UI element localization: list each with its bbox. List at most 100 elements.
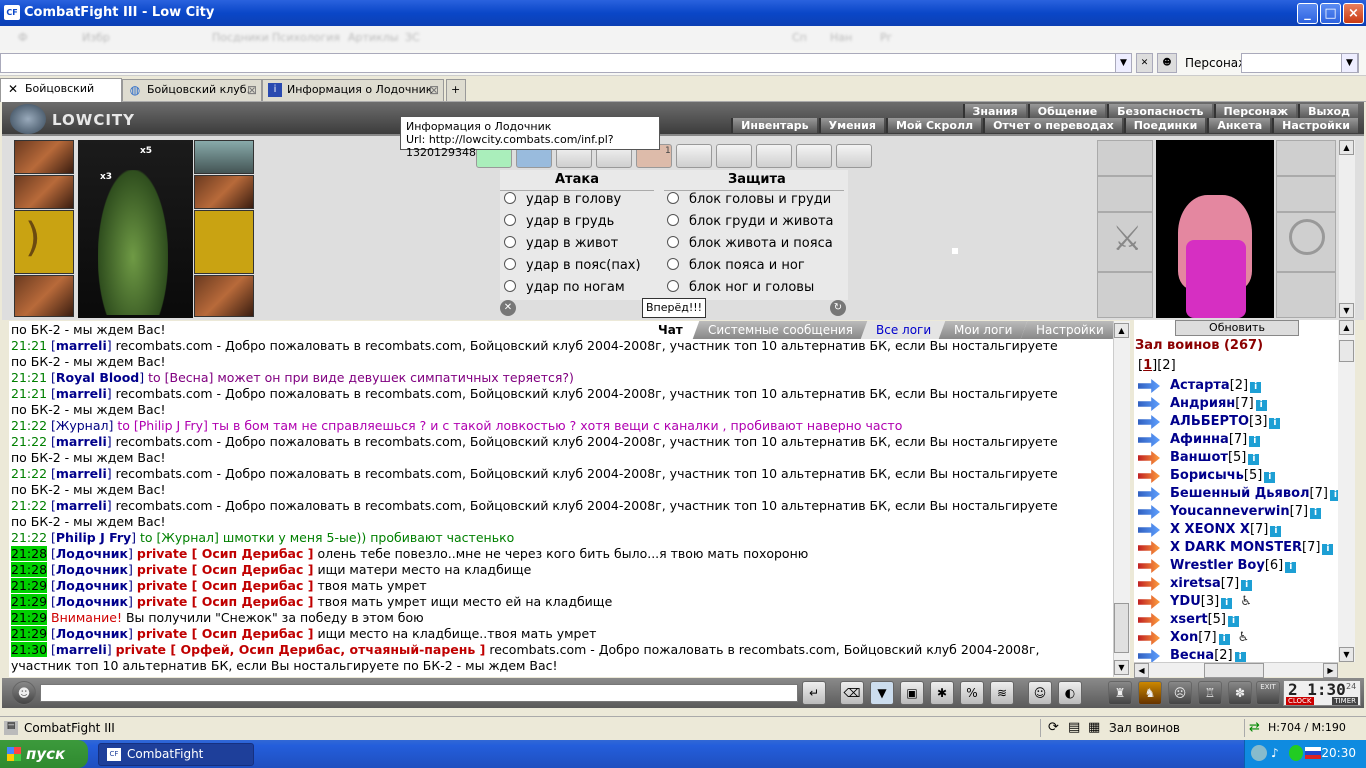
attack-belly-radio[interactable]: удар в живот bbox=[504, 236, 618, 251]
enemy-slot-boots[interactable] bbox=[1276, 272, 1336, 318]
scroll-up-icon[interactable]: ▲ bbox=[1114, 323, 1129, 338]
slash-icon[interactable]: % bbox=[960, 681, 984, 705]
menu-item[interactable]: Нан bbox=[830, 31, 852, 44]
nav-profile[interactable]: Анкета bbox=[1207, 118, 1271, 133]
player-avatar[interactable] bbox=[78, 140, 193, 318]
attack-waist-radio[interactable]: удар в пояс(пах) bbox=[504, 258, 641, 273]
chat-head-icon[interactable]: ☻ bbox=[12, 681, 36, 705]
shield-icon[interactable]: ✕ bbox=[500, 300, 516, 316]
player-info-icon[interactable]: i bbox=[1269, 418, 1281, 429]
send-icon[interactable]: ↵ bbox=[802, 681, 826, 705]
player-info-icon[interactable]: i bbox=[1228, 616, 1239, 627]
chat-nick[interactable]: marreli bbox=[56, 386, 107, 401]
equip-slot-boots[interactable] bbox=[194, 275, 254, 317]
block-belly-waist-radio[interactable]: блок живота и пояса bbox=[667, 236, 833, 251]
chat-nick[interactable]: marreli bbox=[56, 338, 107, 353]
tab-my-logs[interactable]: Мои логи bbox=[938, 321, 1028, 339]
chat-time[interactable]: 21:22 bbox=[11, 498, 47, 513]
chat-input[interactable] bbox=[40, 684, 798, 702]
scroll-down-icon[interactable]: ▼ bbox=[1339, 303, 1354, 318]
scroll-slot[interactable] bbox=[836, 144, 872, 168]
player-name[interactable]: Ваншот[5] i bbox=[1170, 450, 1260, 465]
speaker-icon[interactable]: ♪ bbox=[1271, 746, 1279, 760]
chat-time[interactable]: 21:29 bbox=[11, 610, 48, 625]
player-name[interactable]: Андриян[7] i bbox=[1170, 396, 1267, 411]
start-button[interactable]: пуск bbox=[0, 740, 88, 768]
attack-legs-radio[interactable]: удар по ногам bbox=[504, 280, 625, 295]
scroll-slot[interactable] bbox=[796, 144, 832, 168]
tab-chat-settings[interactable]: Настройки bbox=[1020, 321, 1120, 339]
helmet-icon[interactable]: ◐ bbox=[1058, 681, 1082, 705]
tab-close-icon[interactable]: ⊠ bbox=[429, 80, 439, 100]
bag-icon[interactable]: ♖ bbox=[1198, 681, 1222, 705]
block-head-chest-radio[interactable]: блок головы и груди bbox=[667, 192, 831, 207]
bottle-icon[interactable]: ♜ bbox=[1108, 681, 1132, 705]
nav-security[interactable]: Безопасность bbox=[1107, 104, 1212, 119]
tab-club-2[interactable]: ◍ Бойцовский клуб. ⊠ bbox=[122, 79, 262, 101]
nav-transfers[interactable]: Отчет о переводах bbox=[983, 118, 1122, 133]
tab-info[interactable]: i Информация о Лодочник ⊠ bbox=[262, 79, 444, 101]
refresh-small-icon[interactable]: ⟳ bbox=[1048, 720, 1059, 735]
chat-time[interactable]: 21:22 bbox=[11, 530, 47, 545]
copy-icon[interactable]: ▤ bbox=[1068, 720, 1080, 735]
chat-time[interactable]: 21:28 bbox=[11, 562, 48, 577]
eraser-icon[interactable]: ⌫ bbox=[840, 681, 864, 705]
chat-scrollbar[interactable]: ▲ ▼ bbox=[1113, 321, 1130, 677]
player-info-icon[interactable]: i bbox=[1218, 634, 1230, 645]
menu-item[interactable]: Ф bbox=[18, 31, 27, 44]
game-scrollbar[interactable]: ▲ ▼ bbox=[1339, 140, 1355, 318]
forward-button[interactable]: Вперёд!!! bbox=[642, 298, 706, 318]
enemy-slot-weapon[interactable]: ⚔ bbox=[1097, 212, 1153, 272]
address-dropdown-icon[interactable]: ▼ bbox=[1115, 53, 1132, 73]
scroll-slot[interactable] bbox=[756, 144, 792, 168]
player-name[interactable]: Афинна[7] i bbox=[1170, 432, 1261, 447]
menu-item[interactable]: Сп bbox=[792, 31, 807, 44]
window-titlebar[interactable]: CF CombatFight III - Low City _ □ × bbox=[0, 0, 1366, 26]
chat-time[interactable]: 21:21 bbox=[11, 338, 47, 353]
equip-slot-armor[interactable] bbox=[14, 275, 74, 317]
tab-close-icon[interactable]: ⊠ bbox=[247, 80, 257, 100]
scroll-up-icon[interactable]: ▲ bbox=[1339, 140, 1354, 155]
player-name[interactable]: xsert[5] i bbox=[1170, 612, 1239, 627]
scroll-left-icon[interactable]: ◀ bbox=[1134, 663, 1149, 678]
chat-time[interactable]: 21:28 bbox=[11, 546, 48, 561]
player-info-icon[interactable]: i bbox=[1322, 544, 1334, 555]
menu-item[interactable]: Артиклы bbox=[348, 31, 398, 44]
persons-icon[interactable]: ☻ bbox=[1157, 53, 1177, 73]
enemy-slot-rings[interactable] bbox=[1276, 140, 1336, 176]
chat-nick[interactable]: Лодочник bbox=[56, 578, 128, 593]
chat-time[interactable]: 21:21 bbox=[11, 386, 47, 401]
player-name[interactable]: Youcanneverwin[7] i bbox=[1170, 504, 1322, 519]
enemy-slot-shield[interactable] bbox=[1276, 212, 1336, 272]
nav-knowledge[interactable]: Знания bbox=[962, 104, 1026, 119]
attack-head-radio[interactable]: удар в голову bbox=[504, 192, 621, 207]
save-icon[interactable]: ▣ bbox=[900, 681, 924, 705]
chat-nick[interactable]: marreli bbox=[56, 642, 107, 657]
nav-inventory[interactable]: Инвентарь bbox=[731, 118, 817, 133]
note-icon[interactable]: ▦ bbox=[1088, 720, 1100, 735]
menu-item[interactable]: Рг bbox=[880, 31, 892, 44]
chat-time[interactable]: 21:22 bbox=[11, 418, 47, 433]
enemy-slot-bracers[interactable] bbox=[1097, 176, 1153, 212]
face-icon[interactable]: ☹ bbox=[1168, 681, 1192, 705]
nav-exit[interactable]: Выход bbox=[1298, 104, 1358, 119]
tab-chat[interactable]: Чат bbox=[642, 321, 699, 339]
player-name[interactable]: X DARK MONSTER[7] i bbox=[1170, 540, 1334, 555]
enemy-slot-gloves[interactable] bbox=[1276, 176, 1336, 212]
persona-dropdown-icon[interactable]: ▼ bbox=[1341, 53, 1358, 73]
stop-icon[interactable]: ✕ bbox=[1136, 53, 1153, 73]
tab-system-messages[interactable]: Системные сообщения bbox=[692, 321, 869, 339]
equip-slot-bracers[interactable] bbox=[194, 175, 254, 209]
chat-time[interactable]: 21:29 bbox=[11, 594, 48, 609]
nav-communication[interactable]: Общение bbox=[1027, 104, 1106, 119]
sync-icon[interactable]: ⇄ bbox=[1249, 720, 1260, 735]
scroll-right-icon[interactable]: ▶ bbox=[1323, 663, 1338, 678]
wave-icon[interactable]: ≋ bbox=[990, 681, 1014, 705]
equip-slot-earrings[interactable] bbox=[14, 140, 74, 174]
chat-time[interactable]: 21:29 bbox=[11, 578, 48, 593]
chat-log[interactable]: по БК-2 - мы ждем Вас! 21:21 [marreli] re… bbox=[9, 321, 1113, 677]
player-name[interactable]: X XEONX X[7] i bbox=[1170, 522, 1282, 537]
chat-nick[interactable]: marreli bbox=[56, 434, 107, 449]
equip-slot-weapon[interactable]: ) bbox=[14, 210, 74, 274]
scroll-slot[interactable] bbox=[716, 144, 752, 168]
